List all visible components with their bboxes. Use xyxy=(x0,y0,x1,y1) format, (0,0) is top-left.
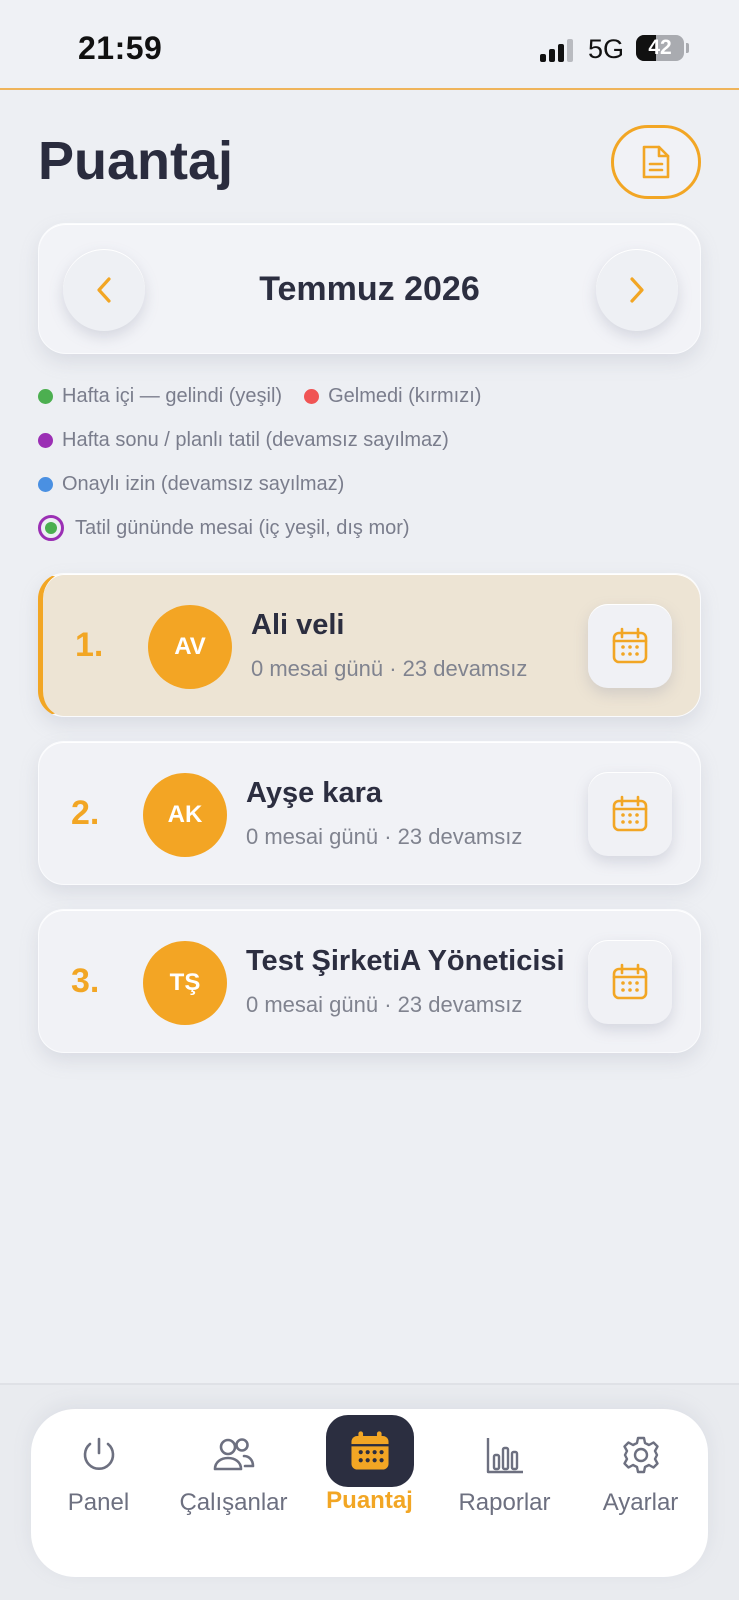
network-type: 5G xyxy=(588,34,625,64)
battery-level: 42 xyxy=(648,36,672,59)
avatar: AV xyxy=(148,605,232,689)
signal-icon xyxy=(540,38,576,62)
legend-item-approved-leave: Onaylı izin (devamsız sayılmaz) xyxy=(38,473,344,496)
employee-card[interactable]: 3. TŞ Test ŞirketiA Yöneticisi 0 mesai g… xyxy=(38,909,701,1053)
tab-label: Raporlar xyxy=(458,1489,551,1516)
bar-chart-icon xyxy=(486,1438,523,1474)
chevron-right-icon xyxy=(630,277,644,303)
document-icon xyxy=(642,145,670,179)
employee-name: Test ŞirketiA Yöneticisi xyxy=(246,945,565,977)
power-icon xyxy=(83,1437,114,1471)
month-selector: Temmuz 2026 xyxy=(38,223,701,354)
legend-label: Onaylı izin (devamsız sayılmaz) xyxy=(62,472,345,495)
avatar: TŞ xyxy=(143,941,227,1025)
tab-label: Çalışanlar xyxy=(179,1489,288,1516)
users-icon xyxy=(213,1438,254,1471)
employee-calendar-button[interactable] xyxy=(588,604,672,688)
calendar-icon xyxy=(612,963,648,1000)
employee-rank: 3. xyxy=(71,962,100,1000)
tab-label: Ayarlar xyxy=(602,1489,679,1516)
tab-employees[interactable]: Çalışanlar xyxy=(166,1409,301,1529)
employee-summary: 0 mesai günü · 23 devamsız xyxy=(246,992,523,1017)
next-month-button[interactable] xyxy=(596,249,678,331)
calendar-icon xyxy=(612,627,648,664)
tab-settings[interactable]: Ayarlar xyxy=(573,1409,708,1529)
legend: Hafta içi — gelindi (yeşil) Gelmedi (kır… xyxy=(38,374,718,550)
legend-label: Gelmedi (kırmızı) xyxy=(328,384,482,407)
battery-icon: 42 xyxy=(636,35,684,61)
red-dot-icon xyxy=(304,388,320,404)
employee-name: Ali veli xyxy=(251,609,345,641)
legend-item-absent: Gelmedi (kırmızı) xyxy=(304,385,481,408)
legend-label: Tatil gününde mesai (iç yeşil, dış mor) xyxy=(75,516,410,539)
legend-label: Hafta içi — gelindi (yeşil) xyxy=(62,384,283,407)
calendar-icon xyxy=(350,1431,389,1470)
employee-calendar-button[interactable] xyxy=(588,940,672,1024)
employee-summary: 0 mesai günü · 23 devamsız xyxy=(251,656,528,681)
tab-bar: Panel Çalışanlar Puantaj Raporlar Ayarla… xyxy=(31,1409,708,1577)
legend-label: Hafta sonu / planlı tatil (devamsız sayı… xyxy=(62,428,449,451)
tab-label: Puantaj xyxy=(326,1487,413,1514)
employee-card[interactable]: 2. AK Ayşe kara 0 mesai günü · 23 devams… xyxy=(38,741,701,885)
legend-item-weekday-present: Hafta içi — gelindi (yeşil) xyxy=(38,385,282,408)
employee-rank: 2. xyxy=(71,794,100,832)
status-time: 21:59 xyxy=(78,30,163,66)
legend-item-weekend-holiday: Hafta sonu / planlı tatil (devamsız sayı… xyxy=(38,429,449,452)
avatar: AK xyxy=(143,773,227,857)
tab-label: Panel xyxy=(67,1489,130,1516)
ring-dot-icon xyxy=(38,515,64,541)
gear-icon xyxy=(622,1436,659,1474)
employee-name: Ayşe kara xyxy=(246,777,382,809)
status-bar: 21:59 5G 42 xyxy=(0,0,739,90)
employee-card[interactable]: 1. AV Ali veli 0 mesai günü · 23 devamsı… xyxy=(38,573,701,717)
tab-puantaj[interactable]: Puantaj xyxy=(302,1409,437,1529)
legend-item-holiday-overtime: Tatil gününde mesai (iç yeşil, dış mor) xyxy=(38,515,410,541)
purple-dot-icon xyxy=(38,432,53,448)
calendar-icon xyxy=(612,795,648,832)
green-dot-icon xyxy=(38,388,53,404)
employee-summary: 0 mesai günü · 23 devamsız xyxy=(246,824,523,849)
employee-calendar-button[interactable] xyxy=(588,772,672,856)
blue-dot-icon xyxy=(38,476,53,492)
report-button[interactable] xyxy=(611,125,701,199)
tab-reports[interactable]: Raporlar xyxy=(437,1409,572,1529)
battery-cap xyxy=(686,43,689,53)
page-title: Puantaj xyxy=(38,131,234,191)
tab-panel[interactable]: Panel xyxy=(31,1409,166,1529)
employee-rank: 1. xyxy=(75,626,104,664)
